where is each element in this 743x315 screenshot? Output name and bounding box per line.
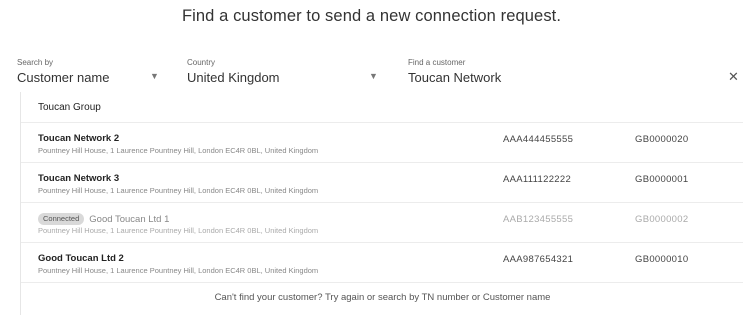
help-text: Can't find your customer? Try again or s…: [214, 292, 551, 303]
customer-address: Pountney Hill House, 1 Laurence Pountney…: [38, 146, 319, 155]
customer-name: Toucan Network 3: [38, 173, 120, 184]
customer-address: Pountney Hill House, 1 Laurence Pountney…: [38, 266, 319, 275]
close-icon[interactable]: ✕: [728, 70, 739, 84]
find-customer-field[interactable]: Find a customer Toucan Network ✕: [408, 58, 739, 92]
page-title: Find a customer to send a new connection…: [181, 7, 562, 25]
customer-address: Pountney Hill House, 1 Laurence Pountney…: [38, 226, 319, 235]
search-by-label: Search by: [17, 58, 54, 67]
list-item[interactable]: Toucan Network 2 Pountney Hill House, 1 …: [21, 123, 743, 163]
list-item[interactable]: Toucan Network 3 Pountney Hill House, 1 …: [21, 163, 743, 203]
status-badge: Connected: [38, 213, 85, 225]
chevron-down-icon[interactable]: ▼: [369, 71, 378, 81]
tn-number: AAA111122222: [503, 174, 572, 185]
customer-code: GB0000001: [635, 174, 689, 185]
chevron-down-icon[interactable]: ▼: [150, 71, 159, 81]
group-label: Toucan Group: [38, 101, 101, 113]
tn-number: AAA444455555: [503, 134, 574, 145]
find-customer-label: Find a customer: [408, 58, 466, 67]
search-by-select[interactable]: Search by Customer name ▼: [17, 58, 167, 92]
customer-name: Good Toucan Ltd 2: [38, 253, 124, 264]
search-by-value[interactable]: Customer name: [17, 70, 167, 86]
list-item[interactable]: Good Toucan Ltd 2 Pountney Hill House, 1…: [21, 243, 743, 283]
country-value[interactable]: United Kingdom: [187, 70, 387, 86]
customer-code: GB0000010: [635, 254, 689, 265]
customer-code: GB0000020: [635, 134, 689, 145]
country-select[interactable]: Country United Kingdom ▼: [187, 58, 387, 92]
country-label: Country: [187, 58, 216, 67]
customer-code: GB0000002: [635, 214, 689, 225]
list-item: Connected Good Toucan Ltd 1 Pountney Hil…: [21, 203, 743, 243]
find-customer-input[interactable]: Toucan Network: [408, 70, 738, 86]
customer-name-wrap: Connected Good Toucan Ltd 1: [38, 213, 169, 225]
customer-name: Good Toucan Ltd 1: [89, 213, 170, 225]
group-header[interactable]: Toucan Group: [21, 92, 743, 123]
customer-address: Pountney Hill House, 1 Laurence Pountney…: [38, 186, 319, 195]
results-list: Toucan Group Toucan Network 2 Pountney H…: [20, 92, 743, 315]
customer-name: Toucan Network 2: [38, 133, 120, 144]
tn-number: AAA987654321: [503, 254, 574, 265]
tn-number: AAB123455555: [503, 214, 574, 225]
